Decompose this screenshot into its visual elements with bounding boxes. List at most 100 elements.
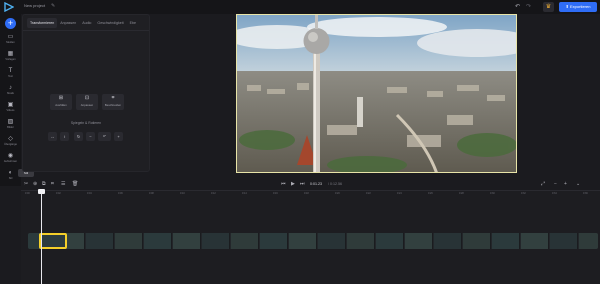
tab-layer[interactable]: Ebe xyxy=(127,18,139,28)
sidebar-item-transitions[interactable]: ◇ Übergänge xyxy=(0,135,21,151)
ruler-tick-label: 0:22 xyxy=(366,192,371,195)
template-icon: ▦ xyxy=(7,51,14,57)
ruler-tick-label: 0:08 xyxy=(149,192,154,195)
premium-button[interactable]: ♛ xyxy=(543,2,554,12)
tab-audio[interactable]: Audio xyxy=(79,18,94,28)
skip-forward-icon[interactable]: ⏭ xyxy=(300,181,305,187)
ruler-tick-label: 0:02 xyxy=(56,192,61,195)
total-duration: / 0:12.56 xyxy=(328,182,342,186)
fill-button[interactable]: ⊞ Ausfüllen xyxy=(50,94,72,110)
video-icon: ▣ xyxy=(7,102,14,108)
flip-vertical-button[interactable]: ↕ xyxy=(60,132,69,141)
fit-icon: ⊡ xyxy=(84,95,90,101)
add-icon[interactable]: ⊕ xyxy=(33,181,37,187)
fit-button[interactable]: ⊡ Anpassen xyxy=(76,94,98,110)
timeline[interactable]: 0:00 0:02 0:04 0:06 0:08 0:10 0:12 0:14 0:16 0:18… xyxy=(21,190,600,284)
ruler-tick-label: 0:24 xyxy=(397,192,402,195)
properties-panel: Transformieren Anpassen Audio Geschwindi… xyxy=(22,14,150,172)
record-icon: ◉ xyxy=(7,153,14,159)
sidebar-item-videos[interactable]: ▣ Videos xyxy=(0,101,21,117)
export-label: Exportieren xyxy=(570,4,591,9)
clip-frame xyxy=(579,233,598,249)
plus-icon: + xyxy=(117,134,120,139)
clip-frame xyxy=(86,233,114,249)
play-icon[interactable]: ▶ xyxy=(291,181,295,187)
undo-button[interactable]: ↶ xyxy=(515,3,520,10)
export-icon: ⬆ xyxy=(565,4,569,9)
transition-icon: ◇ xyxy=(8,136,13,142)
clip-frame xyxy=(260,233,288,249)
sidebar-item-music[interactable]: ♪ Musik xyxy=(0,84,21,100)
clip-frame xyxy=(434,233,462,249)
clip-frame xyxy=(231,233,259,249)
sidebar-item-images[interactable]: ▨ Bilder xyxy=(0,118,21,134)
split-icon[interactable]: ✂ xyxy=(24,181,28,187)
sidebar-item-media[interactable]: ▭ Medien xyxy=(0,33,21,49)
video-preview[interactable] xyxy=(236,14,517,173)
edit-title-icon[interactable]: ✎ xyxy=(51,3,55,9)
sidebar-item-record[interactable]: ◉ Aufnehmen xyxy=(0,152,21,168)
fill-icon: ⊞ xyxy=(58,95,64,101)
image-icon: ▨ xyxy=(7,119,14,125)
video-frame-image xyxy=(237,15,516,172)
rotate-button[interactable]: ↻ xyxy=(74,132,83,141)
flip-horizontal-icon: ↔ xyxy=(50,134,55,139)
ruler-tick-label: 0:18 xyxy=(304,192,309,195)
playhead-line[interactable] xyxy=(41,190,42,284)
ruler-tick-label: 0:32 xyxy=(521,192,526,195)
ruler-tick-label: 0:34 xyxy=(552,192,557,195)
app-logo-icon[interactable] xyxy=(4,2,14,12)
clip-frame xyxy=(144,233,172,249)
playhead-handle[interactable] xyxy=(38,189,45,194)
ruler-tick-label: 0:28 xyxy=(459,192,464,195)
skip-back-icon[interactable]: ⏮ xyxy=(281,181,286,187)
ruler-tick-label: 0:30 xyxy=(490,192,495,195)
flip-rotate-title: Spiegeln & Rotieren xyxy=(70,121,102,125)
ruler-tick-label: 0:06 xyxy=(118,192,123,195)
folder-icon: ▭ xyxy=(7,34,14,40)
ruler-tick-label: 0:00 xyxy=(25,192,30,195)
redo-button[interactable]: ↷ xyxy=(526,3,531,10)
clip-frame xyxy=(173,233,201,249)
clip-frame xyxy=(376,233,404,249)
sidebar-item-templates[interactable]: ▦ Vorlagen xyxy=(0,50,21,66)
ruler-tick-label: 0:12 xyxy=(211,192,216,195)
delete-icon[interactable]: 🗑 xyxy=(72,181,78,187)
panel-tabs: Transformieren Anpassen Audio Geschwindi… xyxy=(27,18,139,28)
sidebar-item-text[interactable]: T Text xyxy=(0,67,21,83)
rotation-decrease-button[interactable]: − xyxy=(86,132,95,141)
collapse-icon[interactable]: ⌄ xyxy=(576,181,580,187)
crop-button[interactable]: ⌗ Beschneiden xyxy=(102,94,124,110)
left-sidebar: + ▭ Medien ▦ Vorlagen T Text ♪ Musik ▣ V… xyxy=(0,14,21,186)
music-icon: ♪ xyxy=(9,85,12,91)
tab-adjust[interactable]: Anpassen xyxy=(57,18,79,28)
zoom-out-icon[interactable]: − xyxy=(554,181,557,187)
rotation-input[interactable]: 0° xyxy=(98,132,111,141)
settings-icon[interactable]: ☰ xyxy=(61,181,65,187)
current-time: 0:01.23 xyxy=(310,182,322,186)
project-title[interactable]: New project xyxy=(24,3,45,8)
zoom-in-icon[interactable]: + xyxy=(564,181,567,187)
ruler-tick-label: 0:26 xyxy=(428,192,433,195)
tab-transform[interactable]: Transformieren xyxy=(27,18,58,28)
tab-speed[interactable]: Geschwindigkeit xyxy=(94,18,126,28)
selected-clip[interactable] xyxy=(39,233,67,249)
clip-frame xyxy=(115,233,143,249)
flip-horizontal-button[interactable]: ↔ xyxy=(48,132,57,141)
export-button[interactable]: ⬆ Exportieren xyxy=(559,2,597,12)
text-icon: T xyxy=(8,68,13,74)
add-media-button[interactable]: + xyxy=(5,18,16,29)
top-bar: New project ✎ ↶ ↷ ♛ ⬆ Exportieren xyxy=(0,0,600,14)
clip-frame xyxy=(463,233,491,249)
clip-frame xyxy=(521,233,549,249)
crop-tool-icon[interactable]: ⌗ xyxy=(51,181,54,187)
clip-frame xyxy=(318,233,346,249)
ruler-tick-label: 0:14 xyxy=(242,192,247,195)
rotation-increase-button[interactable]: + xyxy=(114,132,123,141)
rotate-icon: ↻ xyxy=(76,134,81,139)
fit-timeline-icon[interactable]: ⤢ xyxy=(541,181,545,187)
timeline-ruler[interactable]: 0:00 0:02 0:04 0:06 0:08 0:10 0:12 0:14 0:16 0:18… xyxy=(21,191,600,198)
duplicate-icon[interactable]: ⧉ xyxy=(42,181,46,187)
video-clip-track[interactable] xyxy=(28,233,598,249)
ruler-tick-label: 0:20 xyxy=(335,192,340,195)
